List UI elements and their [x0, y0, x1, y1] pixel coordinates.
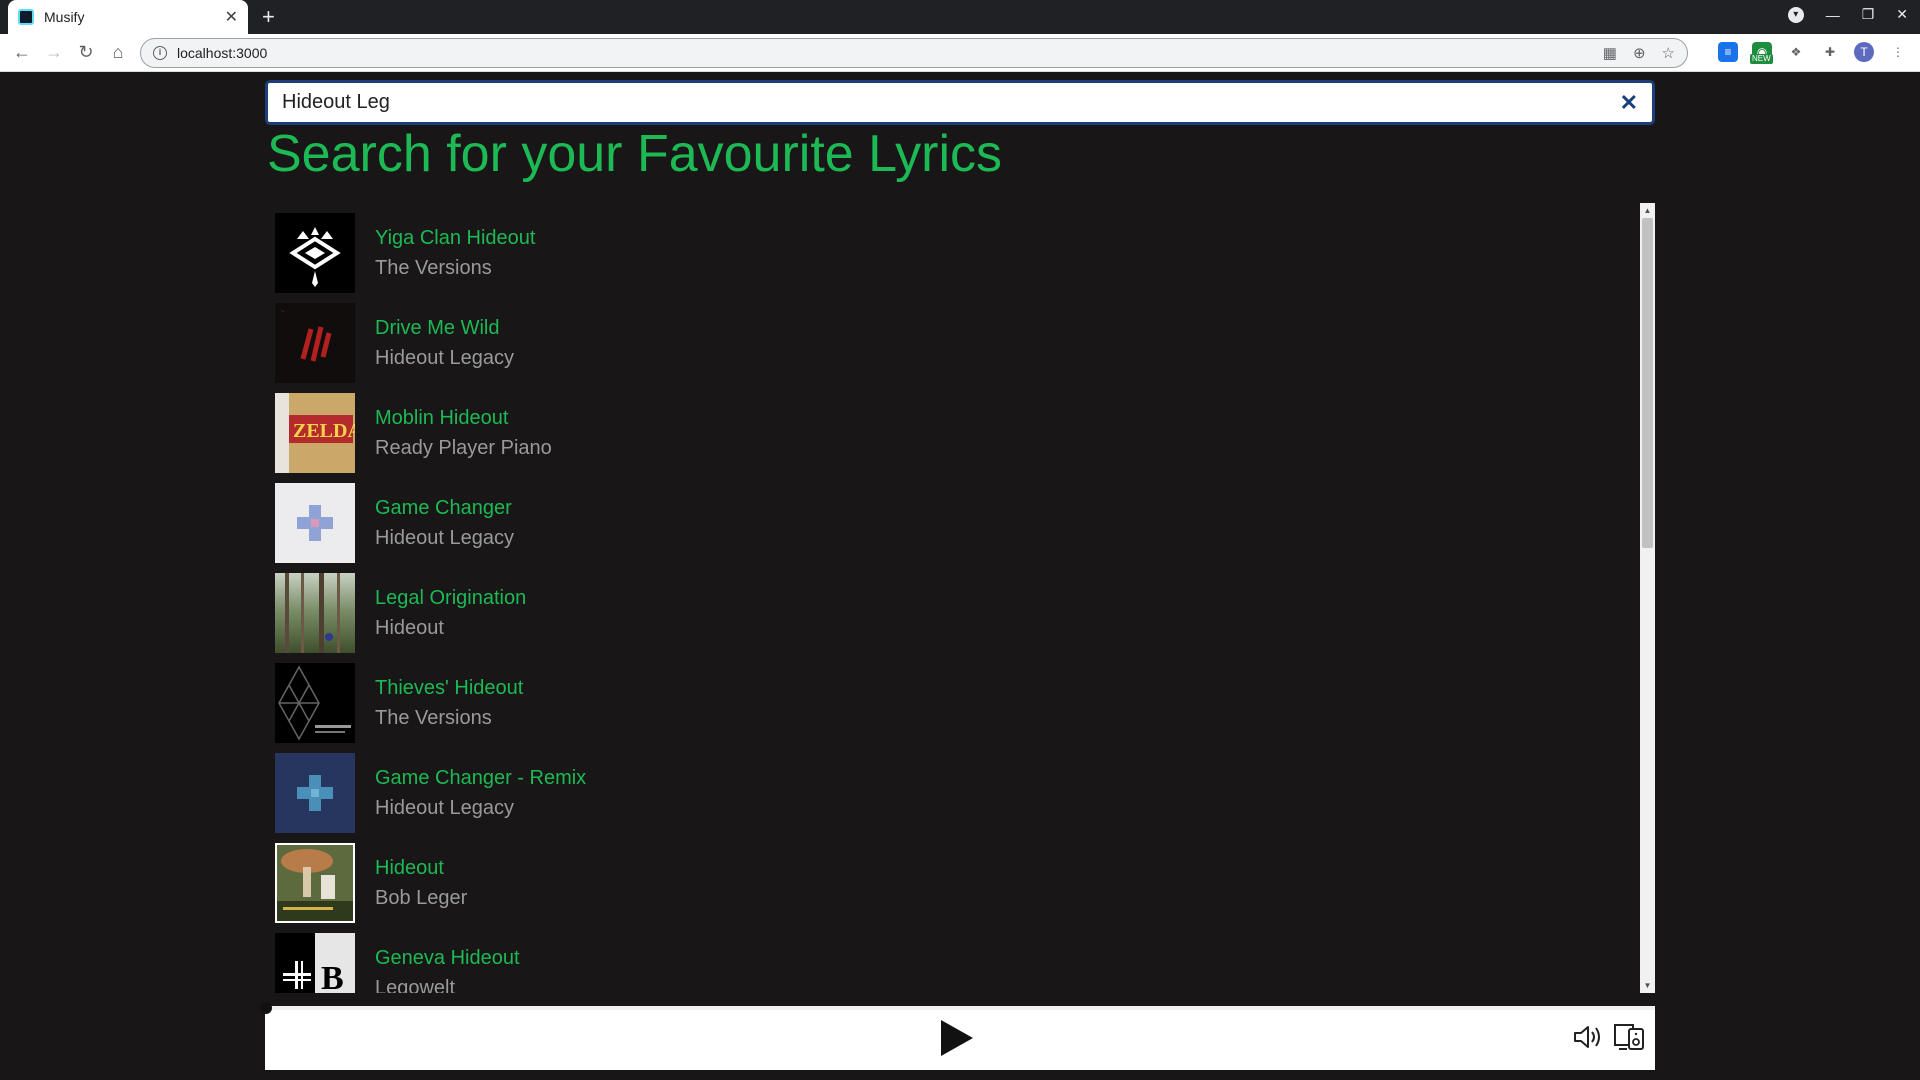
album-cover: ~ [275, 303, 355, 383]
svg-text:~: ~ [281, 309, 285, 315]
restore-icon[interactable]: ❐ [1862, 6, 1875, 23]
list-item[interactable]: Game Changer Hideout Legacy [275, 483, 514, 563]
song-artist: The Versions [375, 707, 492, 729]
window-controls: ▾ — ❐ ✕ [1787, 6, 1908, 23]
window-close-icon[interactable]: ✕ [1896, 6, 1908, 23]
song-artist: Hideout Legacy [375, 347, 514, 369]
album-cover: ZELDA [275, 393, 355, 473]
volume-icon[interactable] [1571, 1020, 1605, 1054]
list-item[interactable]: ~ Drive Me Wild Hideout Legacy [275, 303, 514, 383]
forward-icon[interactable]: → [38, 42, 70, 63]
device-icon[interactable] [1613, 1020, 1647, 1054]
qr-code-icon[interactable]: ▦ [1603, 44, 1617, 62]
album-cover [275, 843, 355, 923]
list-item[interactable]: Thieves' Hideout The Versions [275, 663, 523, 743]
new-tab-button[interactable]: + [262, 4, 275, 30]
song-title: Yiga Clan Hideout [375, 227, 536, 249]
tab-search-icon[interactable]: ▾ [1787, 6, 1804, 23]
minimize-icon[interactable]: — [1826, 7, 1840, 23]
search-box: ✕ [265, 80, 1655, 125]
extension-new-icon[interactable]: ◉ NEW [1750, 42, 1773, 64]
browser-tabstrip: Musify ✕ + ▾ — ❐ ✕ [0, 0, 1920, 34]
home-icon[interactable]: ⌂ [102, 42, 134, 63]
reload-icon[interactable]: ↻ [70, 42, 102, 63]
song-title: Legal Origination [375, 587, 527, 609]
song-title: Geneva Hideout [375, 947, 520, 969]
song-title: Game Changer [375, 497, 512, 519]
play-icon[interactable] [941, 1020, 973, 1056]
bookmark-star-icon[interactable]: ☆ [1662, 44, 1675, 62]
browser-menu-icon[interactable]: ⋮ [1888, 42, 1908, 62]
search-input[interactable] [282, 91, 1620, 114]
song-artist: Hideout [375, 617, 444, 639]
album-cover [275, 663, 355, 743]
scrollbar-thumb[interactable] [1642, 218, 1653, 548]
zoom-icon[interactable]: ⊕ [1633, 44, 1646, 62]
extensions-area: ≡ ◉ NEW ❖ ✚ T ⋮ [1718, 42, 1908, 64]
song-artist: Ready Player Piano [375, 437, 552, 459]
address-bar[interactable]: i localhost:3000 ▦ ⊕ ☆ [140, 38, 1688, 68]
browser-tab[interactable]: Musify ✕ [8, 0, 248, 34]
album-cover: B [275, 933, 355, 993]
song-artist: Bob Leger [375, 887, 468, 909]
profile-avatar[interactable]: T [1854, 42, 1874, 62]
song-artist: Hideout Legacy [375, 527, 514, 549]
list-item[interactable]: Hideout Bob Leger [275, 843, 467, 923]
list-item[interactable]: Legal Origination Hideout [275, 573, 526, 653]
song-title: Hideout [375, 857, 444, 879]
album-cover [275, 213, 355, 293]
music-player [260, 1002, 1655, 1070]
album-cover [275, 483, 355, 563]
svg-text:ZELDA: ZELDA [293, 420, 355, 442]
song-title: Thieves' Hideout [375, 677, 524, 699]
browser-toolbar: ← → ↻ ⌂ i localhost:3000 ▦ ⊕ ☆ ≡ ◉ NEW ❖ … [0, 34, 1920, 72]
list-item[interactable]: ZELDA Moblin Hideout Ready Player Piano [275, 393, 552, 473]
list-item[interactable]: Game Changer - Remix Hideout Legacy [275, 753, 586, 833]
song-artist: Hideout Legacy [375, 797, 514, 819]
results-scrollbar[interactable]: ▲ ▼ [1640, 203, 1655, 993]
results-list[interactable]: Yiga Clan Hideout The Versions ~ Drive M… [265, 203, 1655, 993]
song-title: Moblin Hideout [375, 407, 509, 429]
song-title: Game Changer - Remix [375, 767, 587, 789]
song-artist: Legowelt [375, 977, 456, 993]
tab-title: Musify [44, 9, 85, 25]
scroll-up-icon[interactable]: ▲ [1640, 203, 1655, 218]
album-cover [275, 573, 355, 653]
extensions-puzzle-icon[interactable]: ✚ [1820, 42, 1840, 62]
musify-app: ✕ Search for your Favourite Lyrics Yiga … [260, 80, 1655, 1080]
list-item[interactable]: B Geneva Hideout Legowelt [275, 933, 520, 993]
react-favicon-icon [18, 9, 34, 25]
song-title: Drive Me Wild [375, 317, 500, 339]
song-artist: The Versions [375, 257, 492, 279]
page-title: Search for your Favourite Lyrics [267, 125, 1003, 183]
close-icon[interactable]: ✕ [1620, 90, 1638, 116]
progress-knob[interactable] [260, 1002, 272, 1014]
back-icon[interactable]: ← [6, 42, 38, 63]
tab-close-icon[interactable]: ✕ [225, 7, 238, 27]
new-badge: NEW [1750, 54, 1773, 64]
extension-dropbox-icon[interactable]: ❖ [1786, 42, 1806, 62]
url-text: localhost:3000 [177, 45, 268, 61]
album-cover [275, 753, 355, 833]
scroll-down-icon[interactable]: ▼ [1640, 978, 1655, 993]
extension-reader-icon[interactable]: ≡ [1718, 42, 1738, 62]
progress-bar[interactable] [260, 1002, 1655, 1014]
site-info-icon[interactable]: i [153, 46, 167, 60]
list-item[interactable]: Yiga Clan Hideout The Versions [275, 213, 535, 293]
svg-text:B: B [321, 960, 344, 993]
